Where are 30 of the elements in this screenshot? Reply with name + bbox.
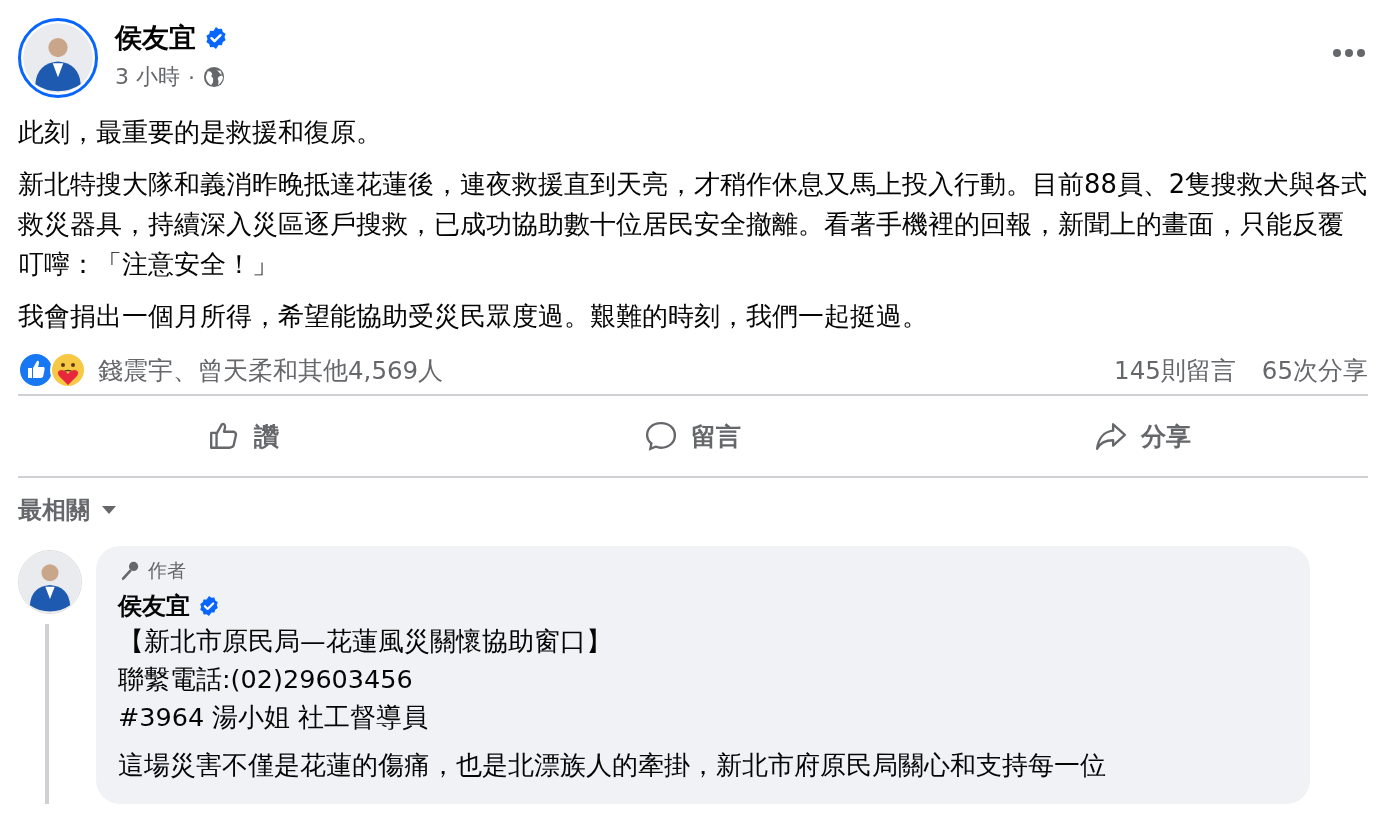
author-label: 作者 (148, 558, 186, 583)
post-paragraph: 新北特搜大隊和義消昨晚抵達花蓮後，連夜救援直到天亮，才稍作休息又馬上投入行動。目前88員、2隻搜救犬與各式救災器具，持續深入災區逐戶搜救，已成功協助數十位居民安全撤離。看著手機裡的回報，新聞上的畫面，只能反覆叮嚀：「注意安全！」 (18, 168, 1368, 281)
author-name[interactable]: 侯友宜 (115, 20, 196, 56)
person-silhouette-icon (23, 23, 93, 93)
comment-count[interactable]: 145則留言 (1114, 353, 1236, 387)
thumbs-up-icon (207, 420, 240, 452)
hugging-heart-emoji-icon (50, 352, 86, 388)
share-count[interactable]: 65次分享 (1261, 353, 1368, 387)
share-button[interactable]: 分享 (918, 396, 1368, 476)
separator: · (188, 64, 195, 90)
avatar[interactable] (18, 18, 98, 98)
reaction-summary[interactable]: 錢震宇、曾天柔和其他4,569人 (98, 353, 444, 387)
post-paragraph: 此刻，最重要的是救援和復原。 (18, 116, 383, 149)
like-button[interactable]: 讚 (18, 396, 468, 476)
caret-down-icon (102, 506, 116, 514)
more-options-icon (1332, 48, 1366, 58)
post-paragraph: 我會捐出一個月所得，希望能協助受災民眾度過。艱難的時刻，我們一起挺過。 (18, 300, 929, 333)
comment-paragraph: 這場災害不僅是花蓮的傷痛，也是北漂族人的牽掛，新北市府原民局關心和支持每一位 (118, 749, 1107, 782)
person-silhouette-icon (18, 550, 82, 614)
share-arrow-icon (1095, 420, 1127, 452)
comment-button[interactable]: 留言 (468, 396, 918, 476)
comment-line: 【新北市原民局—花蓮風災關懷協助窗口】 (118, 625, 613, 658)
globe-icon (203, 66, 225, 88)
comment-line: #3964 湯小姐 社工督導員 (118, 701, 430, 734)
post-time[interactable]: 3 小時 (115, 62, 180, 92)
thumbs-up-reaction-icon (18, 352, 54, 388)
commenter-name[interactable]: 侯友宜 (118, 590, 190, 622)
sort-dropdown[interactable]: 最相關 (18, 492, 116, 528)
comment-line: 聯繫電話:(02)29603456 (118, 663, 414, 696)
speech-bubble-icon (645, 420, 677, 452)
